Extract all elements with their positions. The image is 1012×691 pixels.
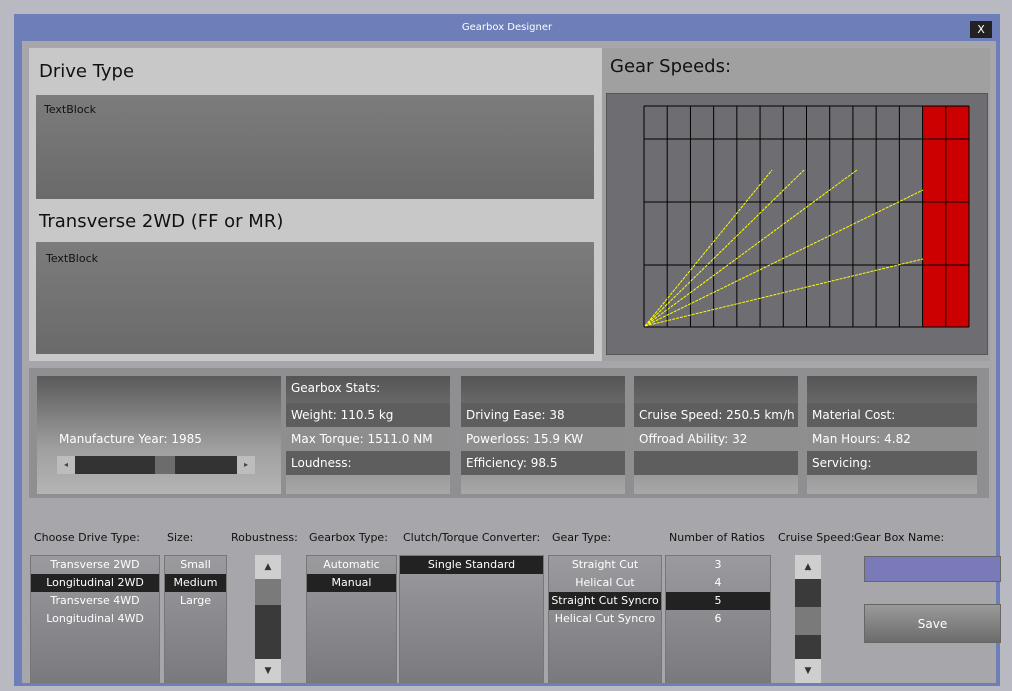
clutch-option-selected[interactable]: Single Standard xyxy=(400,556,543,574)
material-cost-stat: Material Cost: xyxy=(807,403,977,427)
gear-speed-line xyxy=(644,169,773,327)
gearbox-type-label: Gearbox Type: xyxy=(309,531,388,544)
gear-speed-line xyxy=(644,189,924,327)
cruise-speed-thumb[interactable] xyxy=(795,607,821,635)
gear-type-option[interactable]: Straight Cut xyxy=(549,556,661,574)
ratio-option[interactable]: 4 xyxy=(666,574,770,592)
robustness-label: Robustness: xyxy=(231,531,298,544)
clutch-list[interactable]: Single Standard xyxy=(399,555,544,683)
manufacture-year-slider[interactable]: ◂ ▸ xyxy=(57,456,255,474)
man-hours-stat: Man Hours: 4.82 xyxy=(807,427,977,451)
cruise-speed-stat: Cruise Speed: 250.5 km/h xyxy=(634,403,798,427)
size-option-selected[interactable]: Medium xyxy=(165,574,226,592)
robustness-thumb[interactable] xyxy=(255,579,281,605)
gear-type-option-selected[interactable]: Straight Cut Syncro xyxy=(549,592,661,610)
size-option[interactable]: Small xyxy=(165,556,226,574)
blank-stat xyxy=(634,451,798,475)
gearbox-type-list[interactable]: Automatic Manual xyxy=(306,555,397,683)
drive-type-list[interactable]: Transverse 2WD Longitudinal 2WD Transver… xyxy=(30,555,160,683)
scroll-right-icon[interactable]: ▸ xyxy=(237,456,255,474)
cruise-speed-label: Cruise Speed: xyxy=(778,531,855,544)
max-torque-stat: Max Torque: 1511.0 NM xyxy=(286,427,450,451)
scroll-down-icon[interactable]: ▼ xyxy=(255,659,281,683)
gear-speeds-chart xyxy=(606,93,988,355)
gearbox-stats-col-3: Cruise Speed: 250.5 km/h Offroad Ability… xyxy=(634,376,798,494)
gear-lines xyxy=(644,169,924,327)
clutch-label: Clutch/Torque Converter: xyxy=(403,531,541,544)
gearbox-stats-col-4: Material Cost: Man Hours: 4.82 Servicing… xyxy=(807,376,977,494)
gear-speed-line xyxy=(644,258,924,327)
gear-speeds-svg xyxy=(643,105,970,328)
textblock-1-text: TextBlock xyxy=(44,103,96,116)
ratio-option[interactable]: 6 xyxy=(666,610,770,628)
manufacture-year-panel: Manufacture Year: 1985 ◂ ▸ xyxy=(37,376,281,494)
scroll-up-icon[interactable]: ▲ xyxy=(795,555,821,579)
driving-ease-stat: Driving Ease: 38 xyxy=(461,403,625,427)
drive-type-heading: Drive Type xyxy=(39,61,135,82)
size-list[interactable]: Small Medium Large xyxy=(164,555,227,683)
efficiency-stat: Efficiency: 98.5 xyxy=(461,451,625,475)
gear-speeds-title: Gear Speeds: xyxy=(610,56,732,77)
gear-type-list[interactable]: Straight Cut Helical Cut Straight Cut Sy… xyxy=(548,555,662,683)
gearbox-stats-col-1: Gearbox Stats: Weight: 110.5 kg Max Torq… xyxy=(286,376,450,494)
gearbox-type-option-selected[interactable]: Manual xyxy=(307,574,396,592)
gearbox-name-label: Gear Box Name: xyxy=(854,531,945,544)
loudness-stat: Loudness: xyxy=(286,451,450,475)
drive-type-textblock: TextBlock xyxy=(36,95,594,199)
ratio-option[interactable]: 3 xyxy=(666,556,770,574)
gear-type-option[interactable]: Helical Cut xyxy=(549,574,661,592)
save-button[interactable]: Save xyxy=(864,604,1001,643)
stats-area: Manufacture Year: 1985 ◂ ▸ Gearbox Stats… xyxy=(29,368,989,498)
client-area: Drive Type TextBlock Transverse 2WD (FF … xyxy=(22,41,1001,683)
number-of-ratios-label: Number of Ratios xyxy=(669,531,765,544)
gear-type-option[interactable]: Helical Cut Syncro xyxy=(549,610,661,628)
servicing-stat: Servicing: xyxy=(807,451,977,475)
drive-type-option[interactable]: Longitudinal 4WD xyxy=(31,610,159,628)
drive-type-option-selected[interactable]: Longitudinal 2WD xyxy=(31,574,159,592)
powerloss-stat: Powerloss: 15.9 KW xyxy=(461,427,625,451)
drive-type-panel: Drive Type TextBlock Transverse 2WD (FF … xyxy=(29,48,603,361)
selected-drive-textblock: TextBlock xyxy=(36,242,594,354)
slider-thumb[interactable] xyxy=(155,456,175,474)
robustness-scrollbar[interactable]: ▲ ▼ xyxy=(255,555,281,683)
offroad-ability-stat: Offroad Ability: 32 xyxy=(634,427,798,451)
size-option[interactable]: Large xyxy=(165,592,226,610)
drive-type-option[interactable]: Transverse 4WD xyxy=(31,592,159,610)
configuration-area: Choose Drive Type: Size: Robustness: Gea… xyxy=(22,505,1001,683)
stats-header: Gearbox Stats: xyxy=(291,381,381,395)
gear-speeds-panel: Gear Speeds: xyxy=(602,48,990,361)
gearbox-designer-window: Gearbox Designer X Drive Type TextBlock … xyxy=(14,14,1001,686)
manufacture-year-label: Manufacture Year: 1985 xyxy=(59,432,202,446)
gearbox-name-input[interactable] xyxy=(864,556,1001,582)
drive-type-label: Choose Drive Type: xyxy=(34,531,140,544)
cruise-speed-scrollbar[interactable]: ▲ ▼ xyxy=(795,555,821,683)
gearbox-stats-col-2: Driving Ease: 38 Powerloss: 15.9 KW Effi… xyxy=(461,376,625,494)
ratio-option-selected[interactable]: 5 xyxy=(666,592,770,610)
gear-type-label: Gear Type: xyxy=(552,531,612,544)
selected-drive-heading: Transverse 2WD (FF or MR) xyxy=(39,211,284,232)
textblock-2-text: TextBlock xyxy=(46,252,98,265)
title-bar[interactable]: Gearbox Designer X xyxy=(14,14,1000,40)
close-button[interactable]: X xyxy=(970,21,992,38)
gear-speed-line xyxy=(644,169,858,327)
size-label: Size: xyxy=(167,531,194,544)
weight-stat: Weight: 110.5 kg xyxy=(286,403,450,427)
gearbox-type-option[interactable]: Automatic xyxy=(307,556,396,574)
gear-speed-line xyxy=(644,169,805,327)
scroll-up-icon[interactable]: ▲ xyxy=(255,555,281,579)
scroll-left-icon[interactable]: ◂ xyxy=(57,456,75,474)
window-title: Gearbox Designer xyxy=(461,22,553,33)
number-of-ratios-list[interactable]: 3 4 5 6 xyxy=(665,555,771,683)
drive-type-option[interactable]: Transverse 2WD xyxy=(31,556,159,574)
scroll-down-icon[interactable]: ▼ xyxy=(795,659,821,683)
